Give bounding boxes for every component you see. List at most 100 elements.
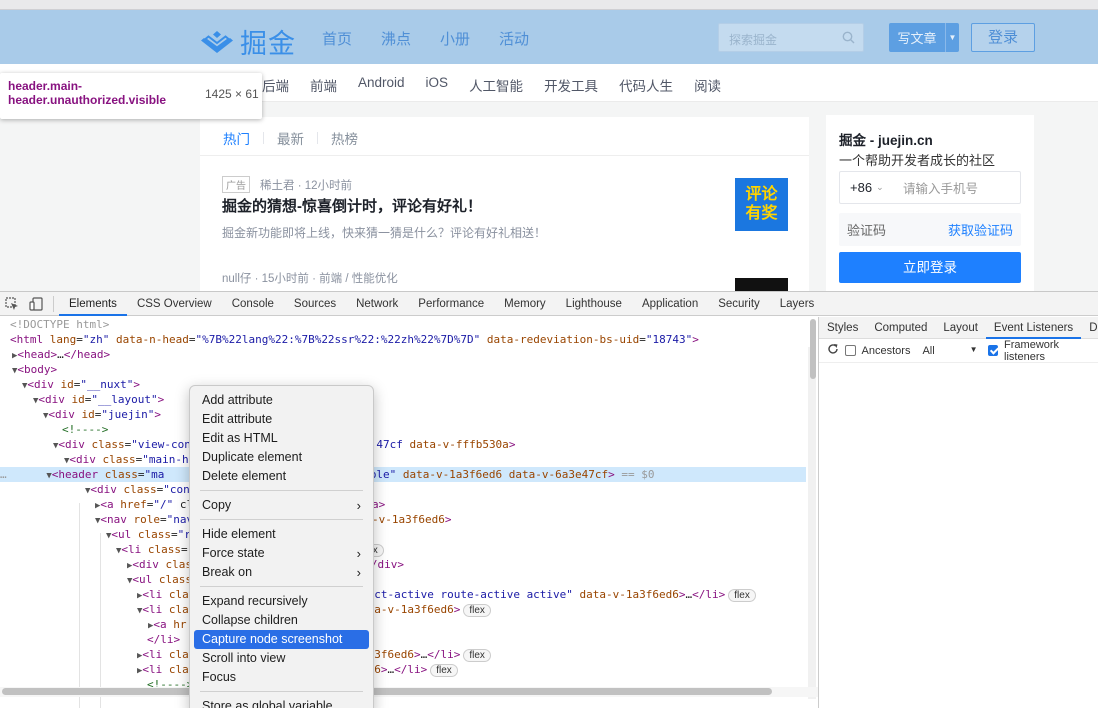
flex-badge[interactable]: flex — [430, 664, 458, 677]
menu-store-as-global-variable[interactable]: Store as global variable — [194, 697, 369, 708]
caret-down-icon[interactable]: ▼ — [945, 23, 959, 52]
menu-duplicate-element[interactable]: Duplicate element — [194, 448, 369, 467]
logo-text: 掘金 — [240, 29, 296, 60]
menu-delete-element[interactable]: Delete element — [194, 467, 369, 486]
device-toolbar-icon[interactable] — [24, 292, 48, 316]
elements-vertical-scrollbar-thumb[interactable] — [810, 319, 816, 379]
login-button[interactable]: 登录 — [971, 23, 1035, 52]
menu-force-state[interactable]: Force state › — [194, 544, 369, 563]
menu-scroll-into-view[interactable]: Scroll into view — [194, 649, 369, 668]
category-backend[interactable]: 后端 — [262, 75, 289, 95]
menu-break-on[interactable]: Break on › — [194, 563, 369, 582]
category-reading[interactable]: 阅读 — [694, 75, 721, 95]
flex-badge[interactable]: flex — [463, 604, 491, 617]
tab-sources[interactable]: Sources — [284, 292, 346, 316]
login-submit-button[interactable]: 立即登录 — [839, 252, 1021, 283]
dom-node-juejin[interactable]: ▼<div id="juejin"> — [43, 407, 818, 422]
dom-node-header-selected[interactable]: … ▼<header class="ma rized visible" data… — [0, 467, 806, 482]
elements-tree[interactable]: <!DOCTYPE html> <html lang="zh" data-n-h… — [0, 317, 818, 708]
ad-description[interactable]: 掘金新功能即将上线，快来猜一猜是什么？评论有好礼相送！ — [222, 224, 546, 241]
dom-node-body[interactable]: ▼<body> — [12, 362, 818, 377]
menu-expand-recursively[interactable]: Expand recursively — [194, 592, 369, 611]
category-frontend[interactable]: 前端 — [310, 75, 337, 95]
phone-field[interactable]: +86 ⌄ 请输入手机号 — [839, 171, 1021, 204]
indent-guide — [100, 533, 101, 708]
tab-memory[interactable]: Memory — [494, 292, 556, 316]
dom-node-head[interactable]: ▶<head>…</head> — [12, 347, 818, 362]
tab-lighthouse[interactable]: Lighthouse — [556, 292, 632, 316]
category-devtools[interactable]: 开发工具 — [544, 75, 598, 95]
search-input[interactable]: 探索掘金 — [718, 23, 864, 52]
nav-home[interactable]: 首页 — [322, 28, 352, 49]
dom-node-main-header-box[interactable]: ▼<div class="main-he — [64, 452, 818, 467]
indent-guide — [79, 503, 80, 708]
ad-title[interactable]: 掘金的猜想-惊喜倒计时，评论有好礼！ — [222, 195, 482, 216]
country-code-select[interactable]: +86 ⌄ — [840, 180, 903, 195]
tab-elements[interactable]: Elements — [59, 292, 127, 316]
elements-horizontal-scrollbar-thumb[interactable] — [2, 688, 772, 695]
search-icon[interactable] — [842, 31, 855, 44]
menu-hide-element[interactable]: Hide element — [194, 525, 369, 544]
login-card-subtitle: 一个帮助开发者成长的社区 — [839, 153, 996, 168]
flex-badge[interactable]: flex — [463, 649, 491, 662]
menu-edit-attribute[interactable]: Edit attribute — [194, 410, 369, 429]
write-article-button[interactable]: 写文章 ▼ — [889, 23, 959, 52]
tab-event-listeners[interactable]: Event Listeners — [985, 317, 1082, 339]
inspect-element-icon[interactable] — [0, 292, 24, 316]
dom-node-comment[interactable]: <!----> — [62, 422, 818, 437]
nav-books[interactable]: 小册 — [440, 28, 470, 49]
listener-filter-select[interactable]: All ▼ — [922, 345, 977, 357]
menu-add-attribute[interactable]: Add attribute — [194, 391, 369, 410]
category-ai[interactable]: 人工智能 — [469, 75, 523, 95]
tab-latest[interactable]: 最新 — [277, 128, 304, 148]
tab-dom-breakpoints[interactable]: DOM — [1081, 317, 1098, 339]
tab-divider — [317, 132, 318, 144]
tab-ranking[interactable]: 热榜 — [331, 128, 358, 148]
flex-badge[interactable]: flex — [728, 589, 756, 602]
tab-performance[interactable]: Performance — [408, 292, 494, 316]
menu-copy[interactable]: Copy › — [194, 496, 369, 515]
framework-listeners-checkbox[interactable] — [987, 345, 999, 356]
dom-node-view-container[interactable]: ▼<div class="view-con 47cf data-v-fffb53… — [53, 437, 818, 452]
elements-vertical-scrollbar[interactable] — [808, 347, 816, 699]
dom-node-doctype[interactable]: <!DOCTYPE html> — [10, 317, 816, 332]
nav-events[interactable]: 活动 — [499, 28, 529, 49]
tab-styles[interactable]: Styles — [819, 317, 866, 339]
tab-application[interactable]: Application — [632, 292, 708, 316]
search-placeholder: 探索掘金 — [729, 33, 778, 47]
menu-focus[interactable]: Focus — [194, 668, 369, 687]
tab-console[interactable]: Console — [222, 292, 284, 316]
category-android[interactable]: Android — [358, 75, 405, 95]
chevron-down-icon: ⌄ — [876, 182, 884, 192]
dom-node-nuxt[interactable]: ▼<div id="__nuxt"> — [22, 377, 818, 392]
category-ios[interactable]: iOS — [426, 75, 449, 95]
menu-edit-as-html[interactable]: Edit as HTML — [194, 429, 369, 448]
tab-layout[interactable]: Layout — [935, 317, 986, 339]
tab-divider — [263, 132, 264, 144]
dom-node-html[interactable]: <html lang="zh" data-n-head="%7B%22lang%… — [10, 332, 816, 347]
nav-pins[interactable]: 沸点 — [381, 28, 411, 49]
caret-down-icon: ▼ — [969, 344, 978, 354]
tab-computed[interactable]: Computed — [866, 317, 935, 339]
article-meta[interactable]: null仔 · 15小时前 · 前端 / 性能优化 — [222, 270, 398, 286]
verification-code-field[interactable]: 验证码 获取验证码 — [839, 213, 1021, 246]
ad-thumbnail[interactable]: 评论有奖 — [735, 178, 788, 231]
main-nav: 首页 沸点 小册 活动 — [322, 28, 529, 49]
ancestors-checkbox[interactable] — [845, 345, 856, 356]
tooltip-selector: header.main-header.unauthorized.visible — [8, 79, 167, 107]
tab-security[interactable]: Security — [708, 292, 770, 316]
get-code-button[interactable]: 获取验证码 — [948, 220, 1013, 239]
tab-network[interactable]: Network — [346, 292, 408, 316]
tab-layers[interactable]: Layers — [770, 292, 825, 316]
tab-hot[interactable]: 热门 — [223, 128, 250, 148]
juejin-logo-icon — [201, 30, 233, 53]
tab-css-overview[interactable]: CSS Overview — [127, 292, 222, 316]
menu-collapse-children[interactable]: Collapse children — [194, 611, 369, 630]
juejin-logo[interactable]: 掘金 — [200, 22, 296, 61]
dom-node-layout[interactable]: ▼<div id="__layout"> — [33, 392, 818, 407]
article-thumbnail[interactable] — [735, 278, 788, 291]
refresh-icon[interactable] — [827, 343, 839, 358]
category-life[interactable]: 代码人生 — [619, 75, 673, 95]
ad-author-time[interactable]: 稀土君 · 12小时前 — [260, 177, 352, 193]
menu-capture-node-screenshot[interactable]: Capture node screenshot — [194, 630, 369, 649]
